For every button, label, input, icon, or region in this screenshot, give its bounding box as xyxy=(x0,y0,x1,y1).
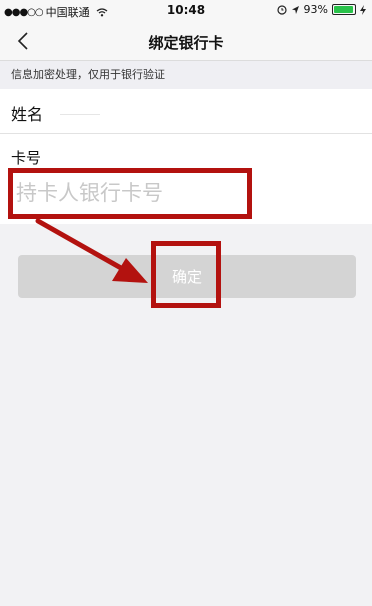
status-bar: ●●●○○ 中国联通 10:48 93% xyxy=(0,0,372,22)
battery-icon xyxy=(332,4,356,15)
charging-bolt-icon xyxy=(360,4,366,15)
battery-percent: 93% xyxy=(303,3,328,16)
name-value xyxy=(60,114,100,115)
location-arrow-icon xyxy=(291,5,299,14)
alarm-icon xyxy=(276,4,287,15)
page-title: 绑定银行卡 xyxy=(148,34,224,52)
security-notice: 信息加密处理，仅用于银行验证 xyxy=(0,61,372,89)
battery-fill xyxy=(334,6,353,13)
name-label: 姓名 xyxy=(11,105,44,124)
name-row[interactable]: 姓名 xyxy=(0,89,372,134)
card-input-highlight xyxy=(8,168,252,219)
card-number-label: 卡号 xyxy=(11,149,42,167)
status-right: 93% xyxy=(276,3,366,16)
nav-bar: 绑定银行卡 xyxy=(0,22,372,61)
confirm-button-highlight xyxy=(151,241,221,308)
